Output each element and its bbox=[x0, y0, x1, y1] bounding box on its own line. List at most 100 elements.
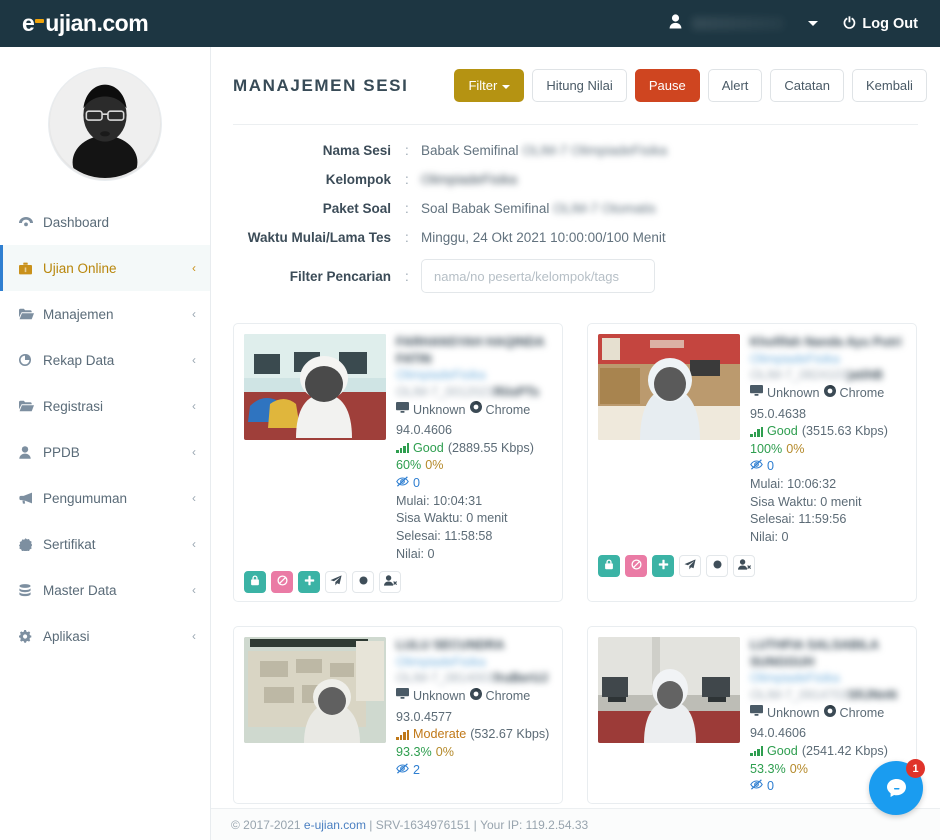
score: Nilai: 0 bbox=[750, 529, 906, 546]
participant-card: Khofifah Nanda Ayu PutriOlimpiadeFisikaO… bbox=[587, 323, 917, 602]
chevron-left-icon: ‹ bbox=[192, 491, 196, 505]
plus-icon-button[interactable] bbox=[298, 571, 320, 593]
sidebar-item-registrasi[interactable]: Registrasi‹ bbox=[0, 383, 210, 429]
finish-value: 11:59:56 bbox=[798, 512, 846, 526]
sidebar-item-rekap-data[interactable]: Rekap Data‹ bbox=[0, 337, 210, 383]
kembali-button[interactable]: Kembali bbox=[852, 69, 927, 102]
chevron-down-icon[interactable] bbox=[808, 21, 818, 26]
chevron-left-icon: ‹ bbox=[192, 399, 196, 413]
participant-photo[interactable] bbox=[244, 334, 386, 440]
device-name: Unknown bbox=[767, 385, 820, 402]
sidebar-item-pengumuman[interactable]: Pengumuman‹ bbox=[0, 475, 210, 521]
paper-plane-icon-button[interactable] bbox=[679, 555, 701, 577]
device-name: Unknown bbox=[413, 402, 466, 419]
hitung-nilai-button[interactable]: Hitung Nilai bbox=[532, 69, 626, 102]
info-value-visible: Soal Babak Semifinal bbox=[421, 201, 549, 216]
button-label: Catatan bbox=[784, 78, 830, 93]
logout-button[interactable]: ⏻ Log Out bbox=[844, 16, 918, 32]
megaphone-icon bbox=[19, 492, 43, 504]
info-value-visible: Minggu, 24 Okt 2021 10:00:00/100 Menit bbox=[421, 230, 666, 245]
navbar-right: ⏻ Log Out bbox=[661, 0, 940, 47]
sidebar-item-manajemen[interactable]: Manajemen‹ bbox=[0, 291, 210, 337]
chevron-left-icon: ‹ bbox=[192, 537, 196, 551]
participant-group: OlimpiadeFisika bbox=[750, 670, 840, 687]
remaining-value: 0 menit bbox=[820, 495, 861, 509]
search-input[interactable] bbox=[421, 259, 655, 293]
sidebar-item-aplikasi[interactable]: Aplikasi‹ bbox=[0, 613, 210, 659]
participant-group: OlimpiadeFisika bbox=[750, 351, 840, 368]
sidebar-item-label: PPDB bbox=[43, 445, 192, 460]
card-action-row bbox=[244, 571, 552, 593]
finish-time: Selesai: 11:59:56 bbox=[750, 511, 906, 528]
device-info: UnknownChrome94.0.4606 bbox=[396, 401, 552, 438]
info-value-redacted: OLIM-7 Otomatis bbox=[553, 201, 656, 216]
user-icon bbox=[19, 446, 43, 459]
info-value: Soal Babak Semifinal OLIM-7 Otomatis bbox=[421, 201, 656, 216]
action-button-row: Filter Hitung Nilai PauseAlert Catatan Kemba… bbox=[454, 69, 927, 102]
record-icon bbox=[358, 575, 369, 589]
chrome-icon bbox=[470, 401, 482, 418]
catatan-button[interactable]: Catatan bbox=[770, 69, 844, 102]
user-icon[interactable] bbox=[661, 14, 690, 33]
lock-icon-button[interactable] bbox=[244, 571, 266, 593]
signal-icon bbox=[750, 746, 763, 756]
brand-dash-icon bbox=[35, 19, 44, 23]
ban-icon-button[interactable] bbox=[625, 555, 647, 577]
browser-name: Chrome bbox=[840, 385, 885, 402]
sidebar-item-master-data[interactable]: Master Data‹ bbox=[0, 567, 210, 613]
user-times-icon-button[interactable] bbox=[733, 555, 755, 577]
user-times-icon-button[interactable] bbox=[379, 571, 401, 593]
eye-slash-icon bbox=[396, 762, 409, 779]
info-colon: : bbox=[405, 143, 421, 158]
signal-icon bbox=[396, 443, 409, 453]
ban-icon-button[interactable] bbox=[271, 571, 293, 593]
lock-icon-button[interactable] bbox=[598, 555, 620, 577]
info-value-visible: Babak Semifinal bbox=[421, 143, 519, 158]
violation-info: 0 bbox=[750, 458, 906, 475]
avatar-container bbox=[0, 47, 210, 199]
sidebar-item-ujian-online[interactable]: Ujian Online‹ bbox=[0, 245, 210, 291]
search-colon: : bbox=[405, 269, 421, 284]
start-time: Mulai: 10:04:31 bbox=[396, 493, 552, 510]
button-label: Filter bbox=[468, 78, 497, 93]
sidebar-item-label: Aplikasi bbox=[43, 629, 192, 644]
folder-open-icon bbox=[19, 308, 43, 320]
participant-photo[interactable] bbox=[244, 637, 386, 743]
plus-icon-button[interactable] bbox=[652, 555, 674, 577]
page-header: MANAJEMEN SESI FilterHitung NilaiPauseAl… bbox=[211, 47, 940, 102]
participant-tag: jatihB bbox=[848, 367, 883, 384]
sidebar-item-sertifikat[interactable]: Sertifikat‹ bbox=[0, 521, 210, 567]
participant-group: OlimpiadeFisika bbox=[396, 367, 486, 384]
browser-name: Chrome bbox=[486, 402, 531, 419]
record-icon-button[interactable] bbox=[352, 571, 374, 593]
device-name: Unknown bbox=[413, 688, 466, 705]
button-label: Hitung Nilai bbox=[546, 78, 612, 93]
sidebar-item-ppdb[interactable]: PPDB‹ bbox=[0, 429, 210, 475]
avatar[interactable] bbox=[48, 67, 162, 181]
footer-sep-1: | bbox=[369, 818, 372, 832]
secondary-percent: 0% bbox=[425, 457, 443, 474]
pause-button[interactable]: Pause bbox=[635, 69, 700, 102]
record-icon-button[interactable] bbox=[706, 555, 728, 577]
chevron-left-icon: ‹ bbox=[192, 445, 196, 459]
footer-link[interactable]: e-ujian.com bbox=[304, 818, 366, 832]
card-body: LUTHFIA SALSABILA SUNGGUHOlimpiadeFisika… bbox=[598, 637, 906, 795]
briefcase-icon bbox=[19, 262, 43, 275]
finish-value: 11:58:58 bbox=[444, 529, 492, 543]
signal-icon bbox=[396, 730, 409, 740]
sidebar-item-dashboard[interactable]: Dashboard bbox=[0, 199, 210, 245]
brand-logo[interactable]: eujian.com bbox=[22, 12, 148, 35]
info-colon: : bbox=[405, 201, 421, 216]
top-navbar: eujian.com ⏻ Log Out bbox=[0, 0, 940, 47]
chat-widget-button[interactable]: 1 bbox=[869, 761, 923, 815]
paper-plane-icon-button[interactable] bbox=[325, 571, 347, 593]
filter-button[interactable]: Filter bbox=[454, 69, 524, 102]
info-value-redacted: OlimpiadeFisika bbox=[421, 172, 517, 187]
participant-photo[interactable] bbox=[598, 637, 740, 743]
participant-photo[interactable] bbox=[598, 334, 740, 440]
dashboard-icon bbox=[19, 216, 43, 228]
secondary-percent: 0% bbox=[436, 744, 454, 761]
card-body: FARHANSYAH HAQINDA FATINOlimpiadeFisikaO… bbox=[244, 334, 552, 562]
remaining-time: Sisa Waktu: 0 menit bbox=[750, 494, 906, 511]
alert-button[interactable]: Alert bbox=[708, 69, 763, 102]
